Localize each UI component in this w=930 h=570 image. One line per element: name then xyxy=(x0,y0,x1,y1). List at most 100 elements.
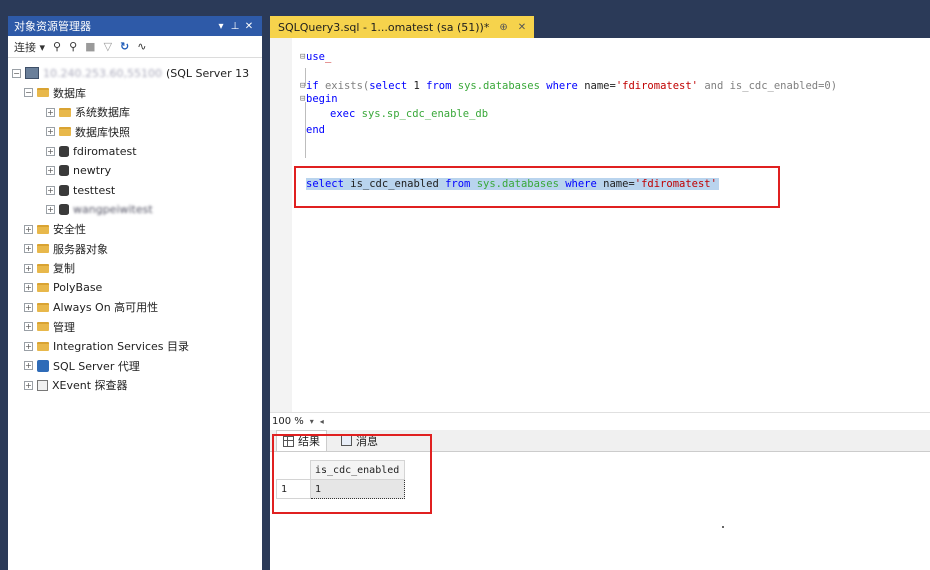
expand-icon[interactable]: + xyxy=(46,205,55,214)
document-tabstrip: SQLQuery3.sql - 1...omatest (sa (51))* ⊕… xyxy=(270,16,930,38)
folder-icon xyxy=(37,322,49,331)
database-icon xyxy=(59,204,69,215)
dropdown-icon[interactable]: ▾ xyxy=(214,21,228,32)
folder-icon xyxy=(59,127,71,136)
tree-node-label: fdiromatest xyxy=(73,144,137,158)
xevent-icon xyxy=(37,379,48,391)
tree-node-label: 管理 xyxy=(53,320,75,334)
tree-node-server[interactable]: − 10.240.253.60,55100 (SQL Server 13 xyxy=(12,64,249,82)
editor-gutter xyxy=(270,38,292,412)
collapse-icon[interactable]: ⊟ xyxy=(300,52,305,62)
expand-icon[interactable]: + xyxy=(46,127,55,136)
folder-icon xyxy=(37,244,49,253)
tree-node-label: 数据库快照 xyxy=(75,125,130,139)
object-explorer-titlebar: 对象资源管理器 ▾ ⊥ ✕ xyxy=(8,16,262,36)
code-line-4: exec sys.sp_cdc_enable_db xyxy=(330,108,489,120)
tree-node-label: testtest xyxy=(73,183,116,197)
tree-node[interactable]: + PolyBase xyxy=(24,279,102,297)
expand-icon[interactable]: + xyxy=(46,107,55,117)
code-line-1: use_ xyxy=(306,51,332,63)
expand-icon[interactable]: + xyxy=(46,166,55,175)
collapse-icon[interactable]: ⊟ xyxy=(300,81,305,91)
tree-node-label: 复制 xyxy=(53,262,75,275)
expand-icon[interactable]: + xyxy=(24,302,33,312)
folder-icon xyxy=(37,283,49,292)
collapse-icon[interactable]: − xyxy=(24,88,33,97)
expand-icon[interactable]: + xyxy=(46,185,55,195)
close-icon[interactable]: ✕ xyxy=(242,21,256,32)
highlight-box-query xyxy=(294,166,780,208)
tree-node[interactable]: + SQL Server 代理 xyxy=(24,357,140,375)
highlight-box-results xyxy=(272,434,432,514)
scroll-left-icon[interactable]: ◂ xyxy=(320,417,324,426)
connect-icon[interactable]: ⚲ xyxy=(53,40,61,53)
expand-icon[interactable]: + xyxy=(24,263,33,273)
tree-node-label: Always On 高可用性 xyxy=(53,301,159,314)
folder-icon xyxy=(37,88,49,97)
zoom-level[interactable]: 100 % xyxy=(272,416,304,427)
folder-icon xyxy=(37,341,49,351)
database-icon xyxy=(59,165,69,176)
collapse-icon[interactable]: − xyxy=(12,68,21,78)
folder-icon xyxy=(59,107,71,117)
tree-node-label: wangpeiwitest xyxy=(73,203,153,216)
tree-node[interactable]: + Always On 高可用性 xyxy=(24,298,158,316)
database-icon xyxy=(59,184,69,196)
object-explorer-panel: 对象资源管理器 ▾ ⊥ ✕ 连接 ▾ ⚲ ⚲ ■ ▽ ↻ ∿ − 10.240.2… xyxy=(8,16,262,570)
tree-node-label: 服务器对象 xyxy=(53,242,108,256)
close-tab-icon[interactable]: ✕ xyxy=(518,22,526,33)
tree-node-label: Integration Services 目录 xyxy=(53,340,189,353)
zoom-dropdown-icon[interactable]: ▾ xyxy=(310,417,314,426)
tree-node[interactable]: − 数据库 xyxy=(24,84,86,102)
tree-node-label: 系统数据库 xyxy=(75,106,130,119)
tree-node[interactable]: + 安全性 xyxy=(24,220,86,238)
tree-node-label: XEvent 探查器 xyxy=(52,379,128,392)
connect-button[interactable]: 连接 ▾ xyxy=(14,39,45,55)
expand-icon[interactable]: + xyxy=(24,361,33,370)
tab-title: SQLQuery3.sql - 1...omatest (sa (51))* xyxy=(278,20,490,34)
object-explorer-title: 对象资源管理器 xyxy=(14,20,91,33)
pin-icon[interactable]: ⊥ xyxy=(228,21,242,32)
folder-icon xyxy=(37,263,49,273)
expand-icon[interactable]: + xyxy=(24,341,33,351)
tree-node[interactable]: + Integration Services 目录 xyxy=(24,337,189,355)
tree-node-label: 安全性 xyxy=(53,223,86,236)
expand-icon[interactable]: + xyxy=(24,283,33,292)
activity-monitor-icon[interactable]: ∿ xyxy=(137,40,146,53)
tree-node-label: PolyBase xyxy=(53,281,103,294)
expand-icon[interactable]: + xyxy=(24,224,33,234)
tree-node-label: 数据库 xyxy=(53,86,86,100)
pin-tab-icon[interactable]: ⊕ xyxy=(499,22,507,33)
folder-icon xyxy=(37,302,49,312)
tree-node-label: newtry xyxy=(73,164,112,177)
tree-node[interactable]: + 复制 xyxy=(24,259,75,277)
expand-icon[interactable]: + xyxy=(24,322,33,331)
tree-node[interactable]: + XEvent 探查器 xyxy=(24,376,128,394)
tree-node[interactable]: + testtest xyxy=(46,181,115,199)
disconnect-icon[interactable]: ⚲ xyxy=(69,40,77,53)
refresh-icon[interactable]: ↻ xyxy=(120,40,129,53)
expand-icon[interactable]: + xyxy=(46,146,55,156)
expand-icon[interactable]: + xyxy=(24,244,33,253)
tree-node[interactable]: + newtry xyxy=(46,162,111,180)
tree-node[interactable]: + 管理 xyxy=(24,318,75,336)
sql-editor[interactable]: ⊟ use_ ⊟ if exists(select 1 from sys.dat… xyxy=(270,38,930,412)
results-pane: 结果 消息 is_cdc_enabled 1 1 xyxy=(270,430,930,570)
collapse-icon[interactable]: ⊟ xyxy=(300,94,305,104)
tree-node[interactable]: + 系统数据库 xyxy=(46,103,130,121)
splitter[interactable] xyxy=(262,16,270,570)
tab-sqlquery3[interactable]: SQLQuery3.sql - 1...omatest (sa (51))* ⊕… xyxy=(270,16,535,38)
tree-node[interactable]: + wangpeiwitest xyxy=(46,201,153,219)
folder-icon xyxy=(37,224,49,234)
filter-icon[interactable]: ▽ xyxy=(104,40,112,53)
server-name-blurred: 10.240.253.60,55100 xyxy=(43,66,162,80)
database-icon xyxy=(59,145,69,157)
stop-icon[interactable]: ■ xyxy=(85,40,95,53)
tree-node[interactable]: + 服务器对象 xyxy=(24,240,108,258)
agent-icon xyxy=(37,359,49,372)
tree-node[interactable]: + fdiromatest xyxy=(46,142,137,160)
tree-node[interactable]: + 数据库快照 xyxy=(46,123,130,141)
server-label: (SQL Server 13 xyxy=(165,66,250,80)
expand-icon[interactable]: + xyxy=(24,380,33,390)
code-line-2: if exists(select 1 from sys.databases wh… xyxy=(306,80,838,92)
